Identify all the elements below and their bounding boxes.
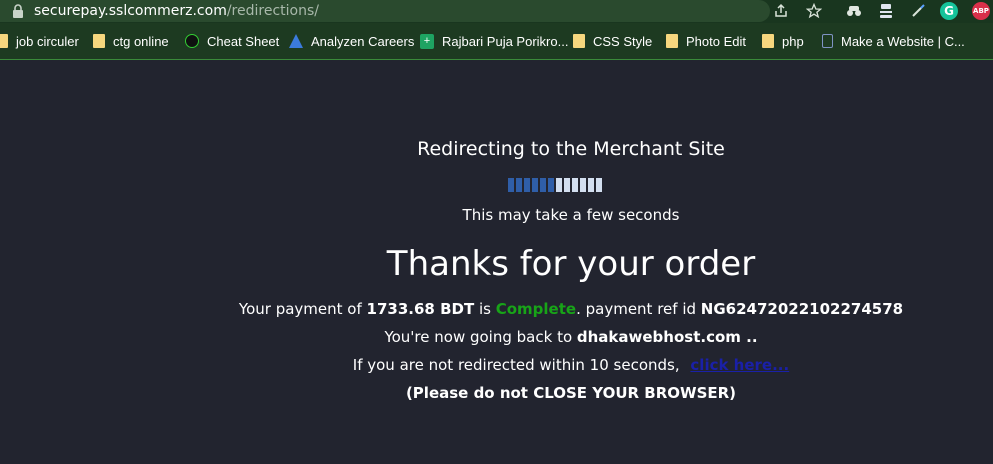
progress-segment — [572, 178, 578, 192]
share-icon[interactable] — [772, 2, 790, 20]
bookmark-label: CSS Style — [593, 33, 653, 49]
grammarly-icon[interactable]: G — [940, 2, 958, 20]
payment-summary: Your payment of 1733.68 BDT is Complete.… — [71, 299, 993, 319]
thanks-heading: Thanks for your order — [386, 244, 756, 284]
document-icon — [822, 34, 833, 48]
bookmark-ctg-online[interactable]: ctg online — [93, 32, 169, 50]
bookmark-photo-edit[interactable]: Photo Edit — [666, 32, 746, 50]
progress-segment — [556, 178, 562, 192]
url-path: /redirections/ — [226, 3, 319, 19]
adblock-label: ABP — [973, 7, 989, 15]
url-host: securepay.sslcommerz.com — [34, 3, 227, 19]
extension-icon[interactable] — [845, 2, 863, 20]
bookmark-css-style[interactable]: CSS Style — [573, 32, 652, 50]
bookmark-label: Cheat Sheet — [207, 33, 280, 49]
redirect-title: Redirecting to the Merchant Site — [417, 138, 725, 160]
wait-message: This may take a few seconds — [462, 206, 680, 224]
sheets-icon: + — [420, 33, 434, 49]
bookmark-label: Photo Edit — [686, 33, 746, 49]
bookmarks-bar: job circuler ctg online Cheat Sheet Anal… — [0, 23, 993, 60]
ref-text: . payment ref id — [576, 300, 701, 318]
progress-segment — [596, 178, 602, 192]
folder-icon — [666, 34, 678, 48]
redirect-progress-bar — [508, 178, 602, 192]
bookmark-make-a-website[interactable]: Make a Website | C... — [822, 32, 965, 50]
bookmark-label: Analyzen Careers — [311, 33, 415, 49]
progress-segment — [588, 178, 594, 192]
payment-status: Complete — [495, 300, 577, 318]
folder-icon — [762, 34, 774, 48]
bookmark-cheat-sheet[interactable]: Cheat Sheet — [185, 32, 279, 50]
url-field[interactable]: securepay.sslcommerz.com/redirections/ — [0, 0, 822, 22]
not-redirected-text: If you are not redirected within 10 seco… — [352, 356, 680, 374]
star-icon[interactable] — [805, 2, 823, 20]
progress-segment — [540, 178, 546, 192]
redirect-page: Redirecting to the Merchant Site This ma… — [0, 60, 993, 464]
grammarly-label: G — [944, 4, 954, 18]
bookmark-job-circuler[interactable]: job circuler — [0, 32, 79, 50]
lock-icon — [13, 4, 23, 18]
bookmark-rajbari-puja[interactable]: + Rajbari Puja Porikro... — [420, 32, 568, 50]
pen-icon[interactable] — [909, 2, 927, 20]
progress-segment — [564, 178, 570, 192]
progress-segment — [516, 178, 522, 192]
return-message: You're now going back to dhakawebhost.co… — [71, 327, 993, 347]
bookmark-php[interactable]: php — [762, 32, 804, 50]
progress-segment — [548, 178, 554, 192]
payment-ref-id: NG62472022102274578 — [700, 300, 904, 318]
is-text: is — [474, 300, 496, 318]
progress-segment — [524, 178, 530, 192]
browser-warning: (Please do not CLOSE YOUR BROWSER) — [405, 384, 737, 402]
back-prefix: You're now going back to — [384, 328, 577, 346]
payment-prefix: Your payment of — [238, 300, 367, 318]
progress-segment — [580, 178, 586, 192]
analyzen-icon — [289, 34, 303, 48]
folder-icon — [573, 34, 585, 48]
address-bar: securepay.sslcommerz.com/redirections/ G… — [0, 0, 993, 23]
profile-icon[interactable] — [877, 2, 895, 20]
bookmark-label: job circuler — [16, 33, 79, 49]
merchant-name: dhakawebhost.com .. — [576, 328, 758, 346]
bookmark-label: Rajbari Puja Porikro... — [442, 33, 569, 49]
adblock-icon[interactable]: ABP — [972, 2, 990, 20]
progress-segment — [508, 178, 514, 192]
folder-icon — [0, 34, 8, 48]
cheat-sheet-icon — [185, 34, 199, 48]
bookmark-label: Make a Website | C... — [841, 33, 965, 49]
bookmark-label: php — [782, 33, 804, 49]
bookmark-analyzen-careers[interactable]: Analyzen Careers — [289, 32, 414, 50]
payment-amount: 1733.68 BDT — [366, 300, 475, 318]
click-here-link[interactable]: click here... — [690, 356, 789, 374]
folder-icon — [93, 34, 105, 48]
bookmark-label: ctg online — [113, 33, 169, 49]
url-text[interactable]: securepay.sslcommerz.com/redirections/ — [34, 2, 319, 20]
progress-segment — [532, 178, 538, 192]
fallback-message: If you are not redirected within 10 seco… — [71, 355, 993, 375]
